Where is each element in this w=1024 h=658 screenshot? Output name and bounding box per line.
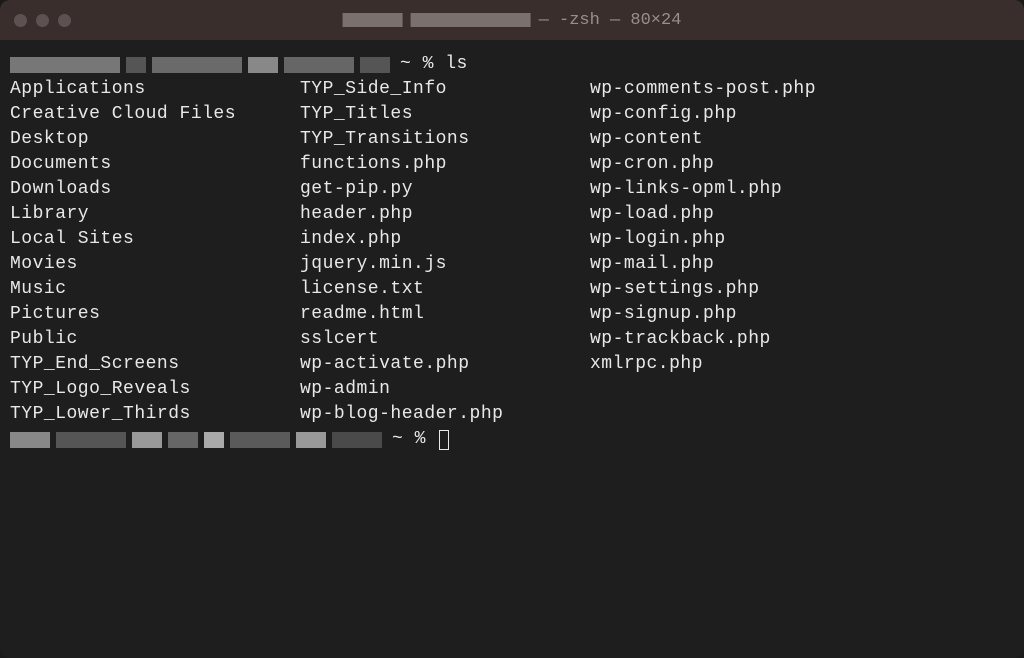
list-item: readme.html <box>300 302 590 327</box>
list-item: wp-mail.php <box>590 252 1014 277</box>
list-item: xmlrpc.php <box>590 352 1014 377</box>
list-item: Pictures <box>10 302 300 327</box>
list-item: wp-signup.php <box>590 302 1014 327</box>
minimize-button[interactable] <box>36 14 49 27</box>
list-item: TYP_Titles <box>300 102 590 127</box>
list-item: wp-content <box>590 127 1014 152</box>
list-item: Library <box>10 202 300 227</box>
list-item: Desktop <box>10 127 300 152</box>
terminal-output-area[interactable]: ~ % ls Applications Creative Cloud Files… <box>0 40 1024 658</box>
list-item: wp-comments-post.php <box>590 77 1014 102</box>
list-item: index.php <box>300 227 590 252</box>
list-item: Local Sites <box>10 227 300 252</box>
ls-output: Applications Creative Cloud Files Deskto… <box>10 77 1014 427</box>
list-item: wp-links-opml.php <box>590 177 1014 202</box>
list-item: wp-activate.php <box>300 352 590 377</box>
terminal-window: — -zsh — 80×24 ~ % ls Applications Creat… <box>0 0 1024 658</box>
list-item: TYP_Logo_Reveals <box>10 377 300 402</box>
list-item: wp-blog-header.php <box>300 402 590 427</box>
cursor <box>439 430 449 450</box>
list-item: wp-config.php <box>590 102 1014 127</box>
list-item: TYP_Side_Info <box>300 77 590 102</box>
prompt-symbol: ~ % <box>392 427 426 452</box>
list-item: wp-trackback.php <box>590 327 1014 352</box>
title-suffix: — -zsh — 80×24 <box>539 11 682 30</box>
command-text: ls <box>445 52 468 77</box>
ls-column-2: TYP_Side_Info TYP_Titles TYP_Transitions… <box>300 77 590 427</box>
window-titlebar[interactable]: — -zsh — 80×24 <box>0 0 1024 40</box>
list-item: wp-load.php <box>590 202 1014 227</box>
list-item: Music <box>10 277 300 302</box>
list-item: TYP_Lower_Thirds <box>10 402 300 427</box>
prompt-line-1: ~ % ls <box>10 52 1014 77</box>
list-item: get-pip.py <box>300 177 590 202</box>
window-title: — -zsh — 80×24 <box>343 11 682 30</box>
maximize-button[interactable] <box>58 14 71 27</box>
redacted-text <box>343 13 403 27</box>
prompt-symbol: ~ % <box>400 52 434 77</box>
list-item: license.txt <box>300 277 590 302</box>
close-button[interactable] <box>14 14 27 27</box>
list-item: wp-admin <box>300 377 590 402</box>
list-item: Public <box>10 327 300 352</box>
redacted-user-host <box>10 432 382 448</box>
list-item: jquery.min.js <box>300 252 590 277</box>
ls-column-3: wp-comments-post.php wp-config.php wp-co… <box>590 77 1014 427</box>
list-item: functions.php <box>300 152 590 177</box>
list-item: sslcert <box>300 327 590 352</box>
list-item: Downloads <box>10 177 300 202</box>
list-item: wp-settings.php <box>590 277 1014 302</box>
redacted-user-host <box>10 57 390 73</box>
list-item: Documents <box>10 152 300 177</box>
list-item: Movies <box>10 252 300 277</box>
list-item: wp-login.php <box>590 227 1014 252</box>
list-item: Applications <box>10 77 300 102</box>
ls-column-1: Applications Creative Cloud Files Deskto… <box>10 77 300 427</box>
prompt-line-2: ~ % <box>10 427 1014 452</box>
list-item: header.php <box>300 202 590 227</box>
list-item: TYP_Transitions <box>300 127 590 152</box>
redacted-text <box>411 13 531 27</box>
list-item: wp-cron.php <box>590 152 1014 177</box>
list-item: TYP_End_Screens <box>10 352 300 377</box>
list-item: Creative Cloud Files <box>10 102 300 127</box>
traffic-lights <box>14 14 71 27</box>
